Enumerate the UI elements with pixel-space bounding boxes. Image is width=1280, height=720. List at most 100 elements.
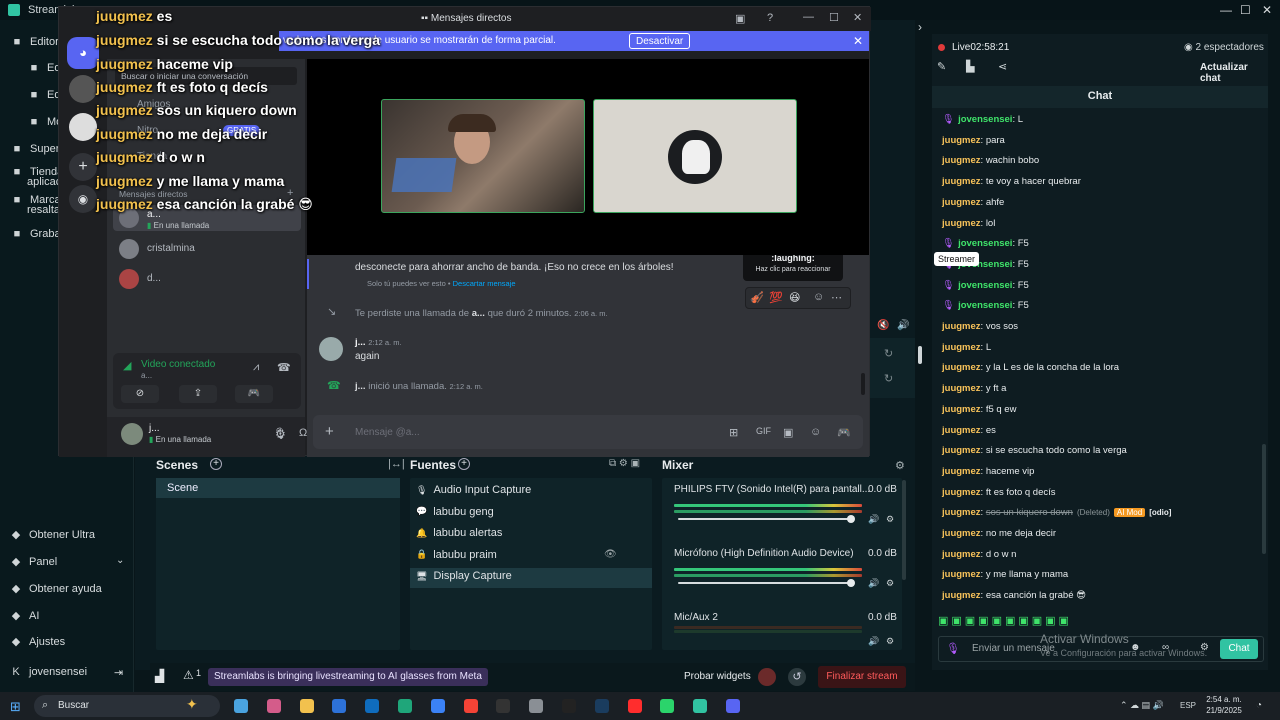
channel-settings-icon[interactable]: ⚙ (886, 514, 894, 525)
test-widgets-label[interactable]: Probar widgets (684, 671, 751, 682)
dm-name[interactable]: cristalmina (147, 243, 195, 254)
chat-username[interactable]: juugmez (942, 197, 981, 208)
server-avatar[interactable] (69, 113, 97, 141)
edge-icon[interactable] (430, 699, 445, 713)
add-attachment-icon[interactable]: + (325, 423, 334, 440)
steam-icon[interactable] (594, 699, 609, 713)
explore-icon[interactable]: ◉ (69, 185, 97, 213)
dismiss-link[interactable]: Descartar mensaje (453, 279, 516, 288)
chat-username[interactable]: juugmez (942, 218, 981, 229)
chat-username[interactable]: juugmez (942, 404, 981, 415)
chat-username[interactable]: juugmez (942, 507, 981, 518)
headphones-icon[interactable]: Ω (299, 427, 307, 439)
panel-resize-handle[interactable] (918, 346, 922, 364)
source-item[interactable]: 💬 labubu geng (416, 506, 494, 518)
copilot-app-icon[interactable] (266, 699, 281, 713)
help-icon[interactable]: ? (767, 12, 773, 24)
minimize-icon[interactable]: — (803, 11, 814, 23)
alert-icon[interactable]: ⚠ (183, 668, 194, 682)
message-input[interactable]: Mensaje @a... (355, 427, 420, 438)
sticker-icon[interactable]: ▣ (783, 426, 793, 439)
source-item[interactable]: 🔒 labubu praim (416, 549, 497, 561)
file-explorer-icon[interactable] (299, 699, 314, 713)
sidebar-item[interactable]: ◆ Panel (10, 555, 57, 569)
youtube-icon[interactable] (627, 699, 642, 713)
close-icon[interactable]: ✕ (1262, 3, 1272, 17)
replay-icon[interactable]: ↺ (788, 668, 806, 686)
close-banner-icon[interactable]: ✕ (853, 34, 863, 48)
chat-username[interactable]: juugmez (942, 528, 981, 539)
maximize-icon[interactable]: ☐ (829, 11, 839, 24)
hangup-icon[interactable]: ☎ (277, 361, 291, 374)
chrome-icon[interactable] (463, 699, 478, 713)
chat-username[interactable]: juugmez (942, 549, 981, 560)
channel-settings-icon[interactable]: ⚙ (886, 578, 894, 589)
close-icon[interactable]: ✕ (853, 11, 862, 24)
store-icon[interactable] (332, 699, 347, 713)
chat-scrollbar[interactable] (1262, 444, 1266, 554)
source-item[interactable]: 🔔 labubu alertas (416, 527, 502, 539)
end-stream-button[interactable]: Finalizar stream (818, 666, 906, 688)
add-scene-icon[interactable]: + (210, 458, 222, 470)
chat-username[interactable]: jovensensei (958, 280, 1012, 291)
volume-icon[interactable]: 🔊 (897, 320, 909, 331)
outlook-icon[interactable] (365, 699, 380, 713)
reaction-violin-icon[interactable]: 🎻 (750, 291, 764, 304)
panel-chevron-icon[interactable]: ⌄ (116, 555, 124, 566)
add-reaction-icon[interactable]: ☺ (813, 291, 824, 303)
channel-settings-icon[interactable]: ⚙ (886, 636, 894, 647)
discord-icon[interactable] (726, 699, 740, 713)
activity-icon[interactable]: 🎮 (235, 385, 273, 403)
refresh-icon[interactable]: ↻ (884, 347, 893, 360)
chat-username[interactable]: juugmez (942, 362, 981, 373)
source-item[interactable]: 🖥 Display Capture (416, 570, 512, 582)
mixer-settings-icon[interactable]: ⚙ (895, 459, 905, 472)
scrollbar[interactable] (861, 373, 865, 395)
record-icon[interactable] (758, 668, 776, 686)
share-icon[interactable]: ⋖ (998, 60, 1007, 73)
clock-date[interactable]: 21/9/2025 (1204, 706, 1244, 715)
sidebar-item[interactable]: Kjovensensei (10, 666, 87, 678)
chat-username[interactable]: juugmez (942, 445, 981, 456)
obs-icon[interactable] (496, 699, 511, 713)
screen-share-icon[interactable]: ⇪ (179, 385, 217, 403)
maximize-icon[interactable]: ☐ (1240, 3, 1251, 17)
windows-start-icon[interactable]: ⊞ (10, 699, 21, 715)
media-icon[interactable]: ▙ (966, 60, 974, 73)
sidebar-item[interactable]: ◆ Ajustes (10, 635, 65, 649)
collapse-icon[interactable]: |↔| (388, 458, 405, 470)
gif-icon[interactable]: GIF (756, 426, 771, 436)
app-icon[interactable] (529, 699, 544, 713)
copilot-icon[interactable]: ✦ (186, 696, 198, 713)
taskbar-search-input[interactable]: Buscar (58, 700, 89, 711)
mixer-scrollbar[interactable] (902, 480, 906, 580)
chat-username[interactable]: juugmez (942, 176, 981, 187)
expand-icon[interactable]: › (918, 20, 922, 34)
camera-off-icon[interactable]: ⊘ (121, 385, 159, 403)
refresh-chat-link[interactable]: Actualizar chat (1200, 62, 1268, 84)
reaction-heart-icon[interactable]: 💯 (769, 291, 783, 304)
add-source-icon[interactable]: + (458, 458, 470, 470)
sidebar-item[interactable]: ◆ Obtener ayuda (10, 582, 102, 596)
send-chat-button[interactable]: Chat (1220, 639, 1258, 659)
add-server-icon[interactable]: + (69, 153, 97, 181)
sidebar-item[interactable]: ◆ AI (10, 609, 40, 623)
chat-username[interactable]: juugmez (942, 383, 981, 394)
xbox-icon[interactable] (398, 699, 412, 713)
chat-username[interactable]: juugmez (942, 321, 981, 332)
emote-bar[interactable]: ▣▣▣▣▣▣▣▣▣▣ (938, 614, 1072, 627)
volume-slider-handle[interactable] (847, 579, 855, 587)
language-indicator[interactable]: ESP (1180, 701, 1196, 710)
capcut-icon[interactable] (562, 699, 576, 713)
streamlabs-icon[interactable] (693, 699, 708, 713)
chat-username[interactable]: juugmez (942, 487, 981, 498)
mute-icon[interactable]: 🔊 (868, 636, 879, 647)
source-item[interactable]: 🎙 Audio Input Capture (416, 484, 531, 496)
server-avatar[interactable] (69, 75, 97, 103)
chat-username[interactable]: jovensensei (958, 238, 1012, 249)
refresh-icon[interactable]: ↻ (884, 372, 893, 385)
visibility-off-icon[interactable]: 👁 (604, 549, 617, 560)
scene-item[interactable]: Scene (167, 482, 198, 494)
source-tools-icon[interactable]: ⧉ ⚙ ▣ (609, 458, 640, 469)
chat-username[interactable]: juugmez (942, 155, 981, 166)
